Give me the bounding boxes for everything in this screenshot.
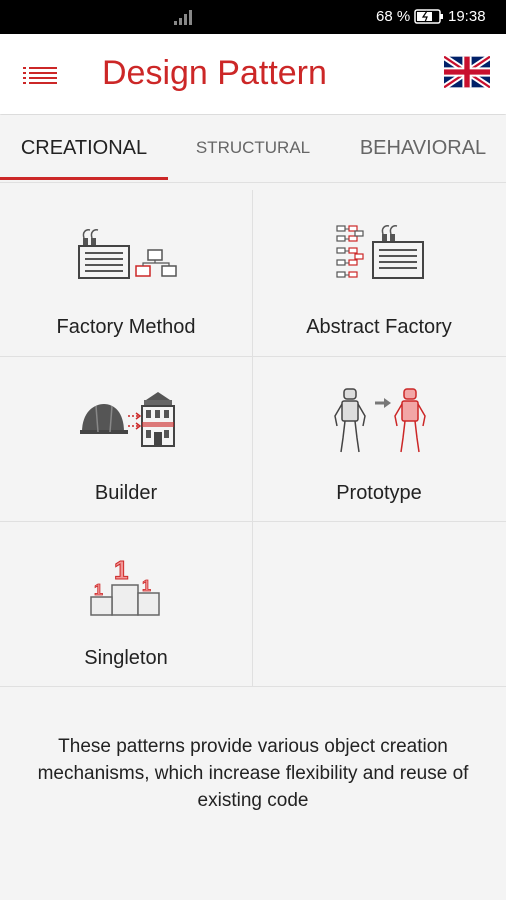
category-description: These patterns provide various object cr… [37,736,469,811]
tab-structural[interactable]: STRUCTURAL [178,115,328,181]
factory-method-icon [78,229,177,279]
tab-bar: CREATIONAL STRUCTURAL BEHAVIORAL [0,115,506,183]
app-bar: Design Pattern [0,34,506,114]
menu-list-icon[interactable] [20,62,60,88]
pattern-card-factory-method[interactable]: Factory Method [0,190,252,355]
pattern-card-builder[interactable]: Builder [0,356,252,521]
builder-icon [80,392,175,447]
pattern-label: Prototype [336,482,422,504]
pattern-label: Singleton [84,647,168,669]
pattern-label: Factory Method [56,316,196,338]
tab-behavioral[interactable]: BEHAVIORAL [340,115,506,181]
uk-flag-icon[interactable] [444,56,490,88]
svg-text:1: 1 [114,555,128,585]
pattern-card-prototype[interactable]: Prototype [253,356,505,521]
singleton-icon: 1 1 1 [90,555,160,616]
pattern-card-singleton[interactable]: 1 1 1 Singleton [0,521,252,686]
prototype-icon [334,388,426,453]
battery-icon [414,9,443,24]
abstract-factory-icon [336,225,424,279]
tab-creational[interactable]: CREATIONAL [0,115,168,181]
grid-divider [0,686,506,687]
pattern-label: Builder [94,482,158,504]
signal-icon [174,10,192,25]
tab-indicator [0,177,168,180]
status-bar: 68 % 19:38 [0,0,506,34]
app-title: Design Pattern [102,54,327,92]
pattern-label: Abstract Factory [306,316,452,338]
battery-percent: 68 % [376,8,411,25]
pattern-card-abstract-factory[interactable]: Abstract Factory [253,190,505,355]
clock: 19:38 [448,8,486,25]
